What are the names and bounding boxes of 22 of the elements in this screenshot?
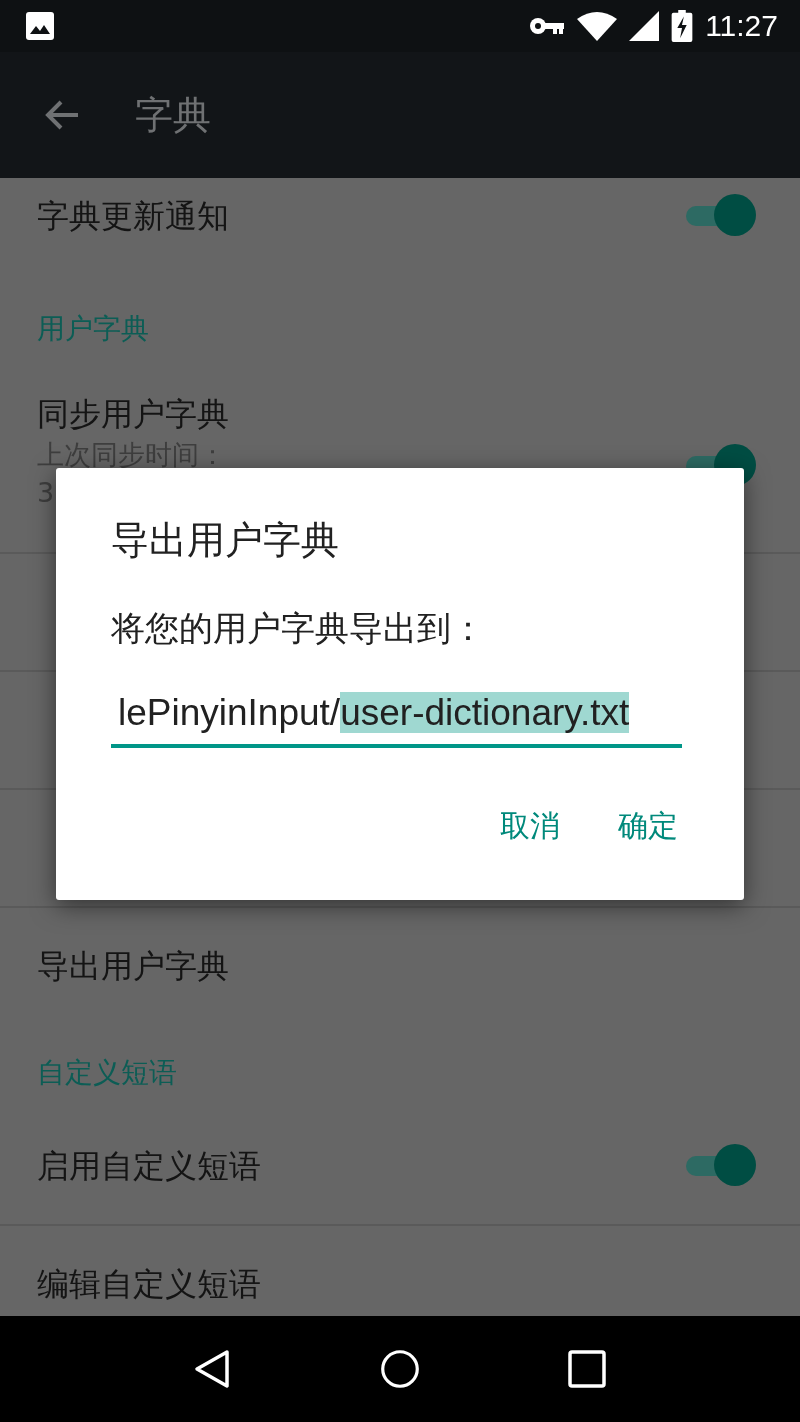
dialog-title: 导出用户字典 — [111, 517, 340, 564]
settings-item[interactable]: 字典更新通知 — [0, 178, 800, 250]
home-icon[interactable] — [380, 1349, 420, 1389]
image-icon — [26, 12, 54, 40]
confirm-button[interactable]: 确定 — [614, 798, 682, 855]
category-header: 用户字典 — [37, 312, 149, 345]
path-input-field[interactable]: lePinyinInput/user-dictionary.txt — [111, 688, 682, 748]
settings-item[interactable]: 启用自定义短语 — [0, 1108, 800, 1224]
settings-item[interactable]: 导出用户字典 — [0, 908, 800, 1024]
category-header: 自定义短语 — [37, 1056, 177, 1089]
wifi-icon — [577, 11, 618, 41]
cancel-button[interactable]: 取消 — [496, 798, 564, 855]
dialog-message: 将您的用户字典导出到： — [111, 607, 486, 650]
signal-icon — [629, 11, 660, 41]
screen-title: 字典 — [135, 91, 211, 139]
toggle-switch[interactable] — [684, 194, 756, 238]
settings-item[interactable]: 编辑自定义短语 — [0, 1226, 800, 1316]
recents-icon[interactable] — [566, 1349, 607, 1389]
clock-time: 11:27 — [705, 9, 778, 43]
battery-charging-icon — [671, 10, 694, 42]
key-icon — [529, 16, 566, 36]
toggle-switch[interactable] — [684, 1144, 756, 1188]
